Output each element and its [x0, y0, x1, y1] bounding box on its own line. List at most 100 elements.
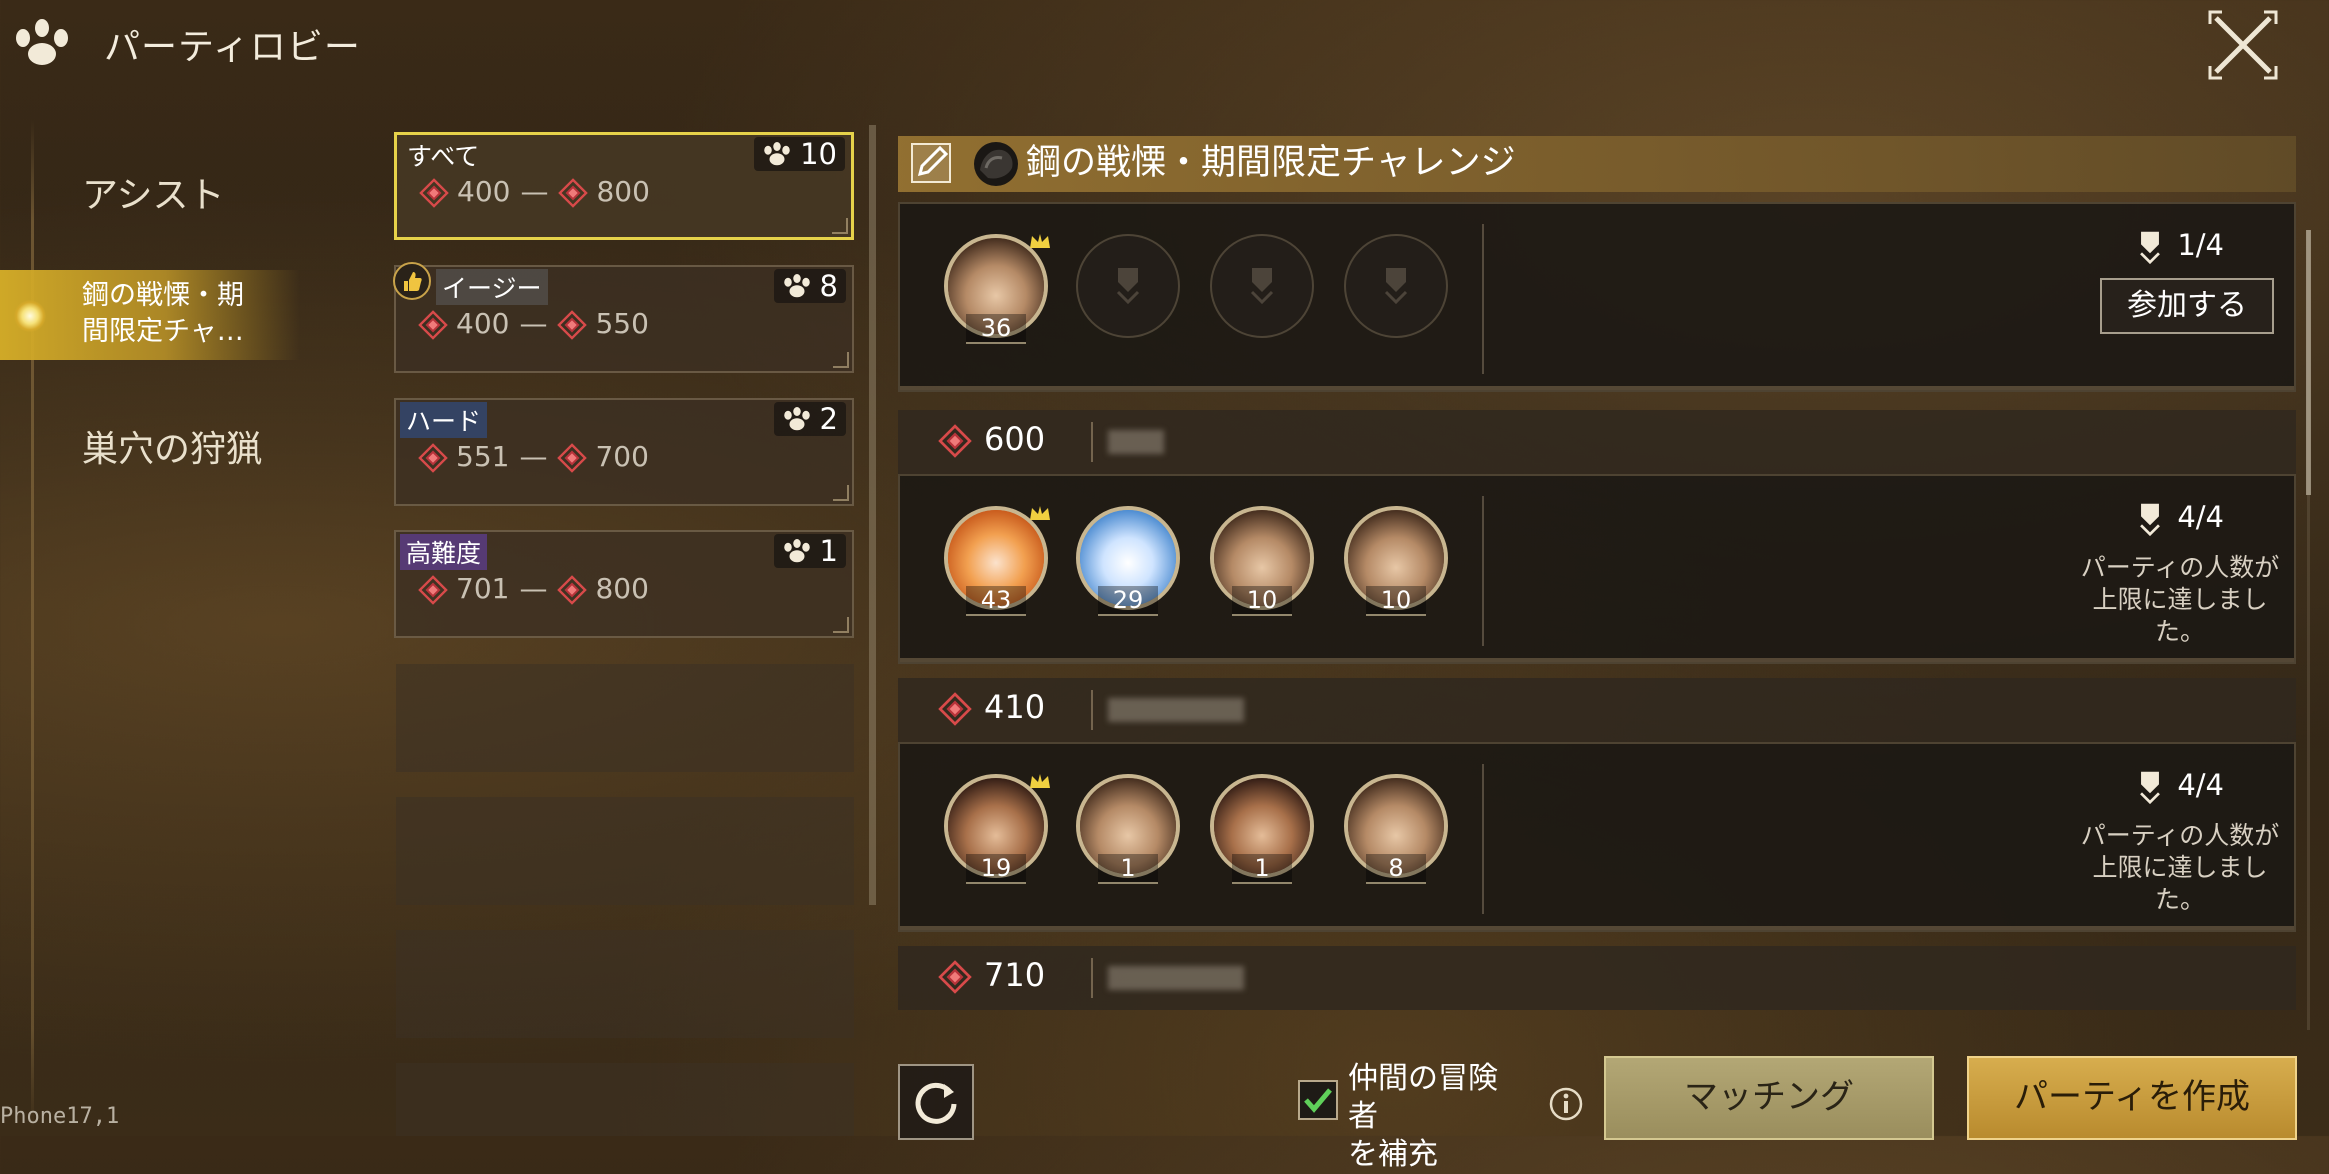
- supplement-label: 仲間の冒険者 を補充: [1348, 1061, 1498, 1172]
- party-power: 600: [984, 420, 1046, 458]
- member-count-value: 4/4: [2177, 768, 2224, 802]
- difficulty-name: すべて: [407, 142, 480, 171]
- power-gem-icon: [938, 960, 972, 994]
- checkmark-icon: [1304, 1088, 1332, 1113]
- party-members-row: 43 29 10 10 4/4 パーティの人数が 上限に達しまし た。: [898, 474, 2296, 664]
- member-avatar[interactable]: 10: [1210, 506, 1314, 616]
- member-level: 10: [1232, 586, 1292, 616]
- power-range: 551—700: [418, 440, 649, 473]
- party-count: 8: [819, 269, 838, 303]
- join-button[interactable]: 参加する: [2100, 278, 2274, 334]
- empty-slot: [1344, 234, 1448, 338]
- difficulty-empty-slot: [396, 930, 854, 1038]
- party-count-badge: 10: [754, 137, 845, 171]
- member-level: 10: [1366, 586, 1426, 616]
- difficulty-easy[interactable]: イージー 8 400—550: [393, 262, 854, 373]
- member-level: 29: [1098, 586, 1158, 616]
- difficulty-hard[interactable]: ハード 2 551—700: [394, 398, 854, 506]
- member-avatar[interactable]: 43: [944, 506, 1050, 616]
- party-card: 36 1/4 参加する: [898, 202, 2296, 402]
- difficulty-very-hard[interactable]: 高難度 1 701—800: [394, 530, 854, 638]
- paw-icon: [762, 141, 792, 167]
- party-count: 2: [819, 402, 838, 436]
- member-count-value: 1/4: [2177, 228, 2224, 262]
- edit-icon[interactable]: [910, 140, 954, 186]
- paw-icon: [782, 273, 812, 299]
- paw-emblem-icon: [10, 16, 74, 68]
- sidebar-item-assist[interactable]: アシスト: [82, 166, 225, 218]
- power-gem-icon: [938, 692, 972, 726]
- power-gem-icon: [938, 424, 972, 458]
- leader-name-blurred: [1108, 966, 1244, 990]
- member-level: 8: [1366, 854, 1426, 884]
- member-avatar[interactable]: 29: [1076, 506, 1180, 616]
- party-card: 600 43 29 10 10 4/4 パーティの人数が 上限に達しまし た。: [898, 410, 2296, 666]
- sidebar-item-label-line1: 鋼の戦慄・期: [82, 280, 244, 311]
- leader-name-blurred: [1108, 698, 1244, 722]
- party-power: 410: [984, 688, 1046, 726]
- difficulty-name: イージー: [436, 269, 548, 305]
- member-level: 43: [966, 586, 1026, 616]
- refresh-icon: [915, 1082, 957, 1124]
- member-count: 4/4: [2137, 500, 2224, 536]
- party-card: 410 19 1 1 8 4/4 パーティの人数が 上限に達しまし た。: [898, 678, 2296, 934]
- power-min: 701: [456, 572, 510, 605]
- member-avatar[interactable]: 19: [944, 774, 1050, 884]
- refresh-button[interactable]: [898, 1064, 974, 1140]
- party-scrollbar[interactable]: [2306, 230, 2311, 495]
- member-count: 4/4: [2137, 768, 2224, 804]
- empty-slot-icon: [1382, 266, 1410, 304]
- difficulty-scrollbar[interactable]: [869, 125, 876, 905]
- party-power: 710: [984, 956, 1046, 994]
- sidebar-item-den-hunt[interactable]: 巣穴の狩猟: [82, 420, 262, 472]
- member-avatar[interactable]: 10: [1344, 506, 1448, 616]
- sidebar-item-label: 鋼の戦慄・期 間限定チャ…: [82, 278, 292, 350]
- power-gem-icon: [557, 310, 587, 340]
- power-min: 551: [456, 440, 510, 473]
- party-full-message: パーティの人数が 上限に達しまし た。: [2080, 553, 2280, 646]
- party-count-badge: 1: [773, 534, 846, 568]
- member-avatar[interactable]: 1: [1210, 774, 1314, 884]
- info-icon[interactable]: [1548, 1086, 1584, 1122]
- leader-crown-icon: [1030, 506, 1050, 520]
- monster-icon: [972, 140, 1020, 188]
- difficulty-all[interactable]: すべて 10 400—800: [394, 132, 854, 240]
- supplement-checkbox[interactable]: [1298, 1080, 1338, 1120]
- empty-slot-icon: [1248, 266, 1276, 304]
- power-range: 400—550: [418, 307, 649, 340]
- power-gem-icon: [557, 443, 587, 473]
- member-level: 36: [966, 314, 1026, 344]
- leader-crown-icon: [1030, 774, 1050, 788]
- difficulty-name: ハード: [400, 402, 488, 438]
- matching-button[interactable]: マッチング: [1604, 1056, 1934, 1140]
- power-min: 400: [456, 307, 510, 340]
- party-header: 600: [898, 410, 2296, 474]
- page-title: パーティロビー: [104, 27, 361, 68]
- party-header: 410: [898, 678, 2296, 742]
- member-slot-icon: [2137, 230, 2163, 264]
- party-count-badge: 8: [773, 269, 846, 303]
- power-max: 800: [596, 175, 650, 208]
- paw-icon: [782, 538, 812, 564]
- empty-slot: [1076, 234, 1180, 338]
- close-button[interactable]: [2208, 10, 2278, 80]
- paw-icon: [782, 406, 812, 432]
- member-slot-icon: [2137, 770, 2163, 804]
- leader-crown-icon: [1030, 234, 1050, 248]
- sidebar-item-steel-challenge[interactable]: 鋼の戦慄・期 間限定チャ…: [0, 270, 300, 360]
- party-members-row: 19 1 1 8 4/4 パーティの人数が 上限に達しまし た。: [898, 742, 2296, 932]
- member-count: 1/4: [2137, 228, 2224, 264]
- empty-slot-icon: [1114, 266, 1142, 304]
- difficulty-empty-slot: [396, 1063, 854, 1136]
- power-max: 700: [595, 440, 649, 473]
- member-avatar[interactable]: 36: [944, 234, 1050, 344]
- power-gem-icon: [558, 178, 588, 208]
- power-gem-icon: [418, 443, 448, 473]
- member-avatar[interactable]: 8: [1344, 774, 1448, 884]
- member-slot-icon: [2137, 502, 2163, 536]
- power-range: 701—800: [418, 572, 649, 605]
- member-level: 19: [966, 854, 1026, 884]
- leader-name-blurred: [1108, 430, 1164, 454]
- member-avatar[interactable]: 1: [1076, 774, 1180, 884]
- create-party-button[interactable]: パーティを作成: [1967, 1056, 2297, 1140]
